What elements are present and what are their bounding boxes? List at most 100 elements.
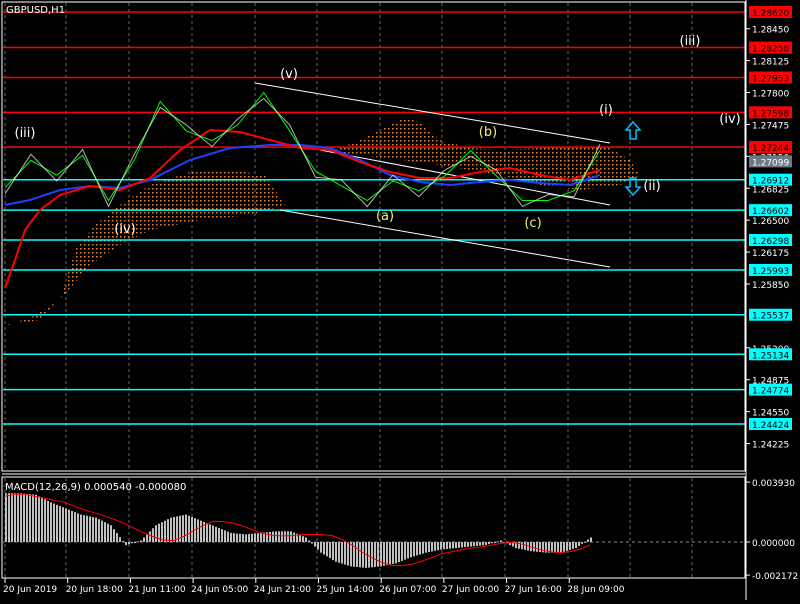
- macd-bar: [524, 542, 526, 550]
- macd-bar: [332, 542, 334, 560]
- time-label: 27 Jun 16:00: [505, 585, 562, 595]
- macd-bar: [92, 517, 94, 542]
- macd-bar: [284, 531, 286, 542]
- macd-bar: [152, 528, 154, 542]
- time-label: 25 Jun 14:00: [317, 585, 374, 595]
- macd-bar: [419, 542, 421, 555]
- support-level-label: 1.24774: [752, 387, 789, 397]
- macd-bar: [32, 494, 34, 542]
- macd-bar: [293, 532, 295, 542]
- macd-bar: [191, 517, 193, 542]
- resistance-level-label: 1.27244: [752, 144, 789, 154]
- macd-bar: [275, 531, 277, 542]
- macd-bar: [56, 504, 58, 542]
- macd-bar: [8, 493, 10, 542]
- price-tick-label: 1.28450: [752, 26, 789, 36]
- macd-bar: [11, 493, 13, 542]
- macd-bar: [239, 533, 241, 542]
- macd-axis-label: 0.003930: [752, 479, 795, 489]
- macd-bar: [143, 537, 145, 542]
- macd-bar: [173, 517, 175, 542]
- macd-bar: [335, 542, 337, 562]
- macd-bar: [38, 496, 40, 542]
- macd-bar: [344, 542, 346, 565]
- macd-bar: [563, 542, 565, 552]
- macd-bar: [455, 542, 457, 549]
- macd-bar: [536, 542, 538, 552]
- macd-bar: [257, 533, 259, 542]
- macd-bar: [101, 520, 103, 542]
- macd-bar: [347, 542, 349, 566]
- macd-bar: [578, 542, 580, 546]
- support-level-label: 1.25993: [752, 267, 789, 277]
- macd-bar: [200, 520, 202, 542]
- macd-bar: [236, 533, 238, 542]
- macd-bar: [449, 542, 451, 549]
- macd-bar: [188, 515, 190, 542]
- resistance-level-label: 1.28258: [752, 45, 789, 55]
- macd-bar: [410, 542, 412, 558]
- macd-bar: [68, 509, 70, 542]
- support-level-label: 1.25134: [752, 351, 789, 361]
- macd-bar: [119, 537, 121, 542]
- macd-bar: [65, 508, 67, 542]
- macd-bar: [314, 542, 316, 547]
- macd-bar: [185, 514, 187, 542]
- macd-bar: [470, 542, 472, 547]
- trading-chart[interactable]: (iii) (iv) (v) (a) (b) (c) (i) (ii) (iii) (iv) GB…: [0, 0, 800, 600]
- time-label: 20 Jun 2019: [3, 585, 57, 595]
- macd-bar: [485, 542, 487, 546]
- macd-bar: [221, 529, 223, 542]
- time-label: 27 Jun 00:00: [442, 585, 499, 595]
- macd-bar: [29, 494, 31, 542]
- price-tick-label: 1.24550: [752, 409, 789, 419]
- wave-label: (i): [599, 103, 613, 118]
- macd-bar: [575, 542, 577, 549]
- macd-bar: [260, 532, 262, 542]
- time-label: 20 Jun 18:00: [66, 585, 123, 595]
- macd-bar: [392, 542, 394, 564]
- macd-bar: [458, 542, 460, 548]
- macd-bar: [431, 542, 433, 552]
- macd-bar: [416, 542, 418, 556]
- macd-bar: [17, 493, 19, 542]
- macd-bar: [584, 541, 586, 543]
- macd-bar: [269, 531, 271, 542]
- macd-bar: [146, 534, 148, 542]
- macd-bar: [170, 517, 172, 542]
- macd-bar: [560, 542, 562, 553]
- macd-bar: [215, 526, 217, 542]
- macd-bar: [320, 542, 322, 553]
- macd-bar: [5, 493, 7, 542]
- macd-bar: [587, 539, 589, 542]
- macd-bar: [242, 534, 244, 542]
- price-tick-label: 1.24225: [752, 441, 789, 451]
- support-level-label: 1.26602: [752, 207, 789, 217]
- macd-bar: [47, 500, 49, 542]
- macd-bar: [125, 542, 127, 546]
- macd-bar: [476, 542, 478, 546]
- macd-bar: [110, 525, 112, 542]
- macd-bar: [197, 519, 199, 542]
- macd-bar: [299, 534, 301, 542]
- macd-bar: [572, 542, 574, 550]
- macd-bar: [71, 510, 73, 542]
- macd-bar: [428, 542, 430, 553]
- macd-bar: [482, 542, 484, 546]
- macd-bar: [521, 542, 523, 550]
- support-level-label: 1.25537: [752, 312, 789, 322]
- macd-bar: [116, 533, 118, 542]
- macd-bar: [41, 497, 43, 542]
- resistance-level-label: 1.28620: [752, 9, 789, 19]
- macd-bar: [500, 540, 502, 542]
- macd-bar: [440, 542, 442, 550]
- macd-bar: [371, 542, 373, 568]
- macd-bar: [248, 534, 250, 542]
- macd-bar: [395, 542, 397, 564]
- macd-bar: [281, 531, 283, 542]
- price-tick-label: 1.28125: [752, 58, 789, 68]
- macd-bar: [35, 494, 37, 542]
- wave-label: (ii): [643, 179, 660, 194]
- macd-bar: [23, 493, 25, 542]
- macd-bar: [329, 542, 331, 559]
